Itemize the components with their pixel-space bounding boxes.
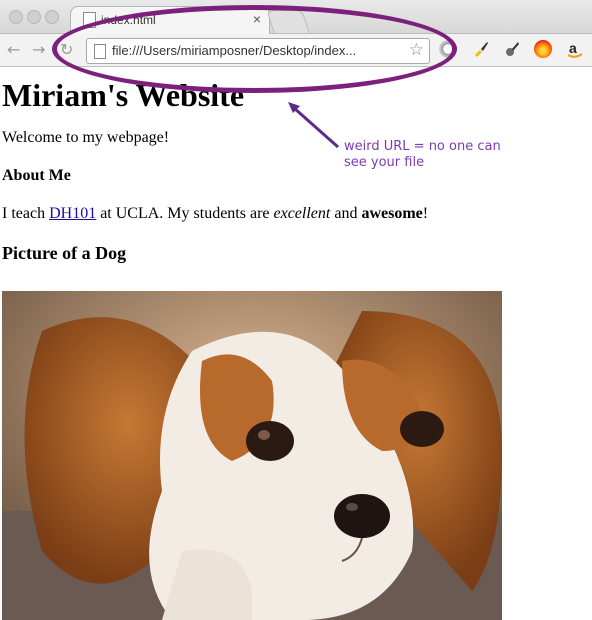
window-zoom-dot[interactable] (45, 10, 59, 24)
dh101-link[interactable]: DH101 (49, 205, 96, 222)
dog-heading: Picture of a Dog (2, 243, 127, 263)
annotation-ellipse (52, 5, 457, 93)
extension-flame-icon[interactable] (534, 40, 552, 58)
teach-em: excellent (273, 205, 331, 222)
teach-prefix: I teach (2, 205, 50, 222)
teach-strong: awesome (361, 205, 423, 222)
extension-brush-icon[interactable] (472, 40, 490, 58)
teach-and: and (330, 205, 362, 222)
dog-photo (2, 291, 502, 620)
back-icon[interactable]: ← (7, 40, 20, 59)
teach-paragraph: I teach DH101 at UCLA. My students are e… (2, 204, 582, 224)
web-page-content: Miriam's Website Welcome to my webpage! … (2, 66, 582, 282)
window-close-dot[interactable] (9, 10, 23, 24)
annotation-note: weird URL = no one can see your file (344, 139, 501, 170)
extension-pen-icon[interactable] (503, 40, 521, 58)
teach-suffix: ! (422, 205, 429, 222)
window-minimize-dot[interactable] (27, 10, 41, 24)
svg-text:a: a (569, 40, 577, 56)
extension-amazon-icon[interactable]: a (566, 40, 584, 58)
forward-icon[interactable]: → (32, 40, 45, 59)
teach-middle: at UCLA. My students are (96, 205, 274, 222)
